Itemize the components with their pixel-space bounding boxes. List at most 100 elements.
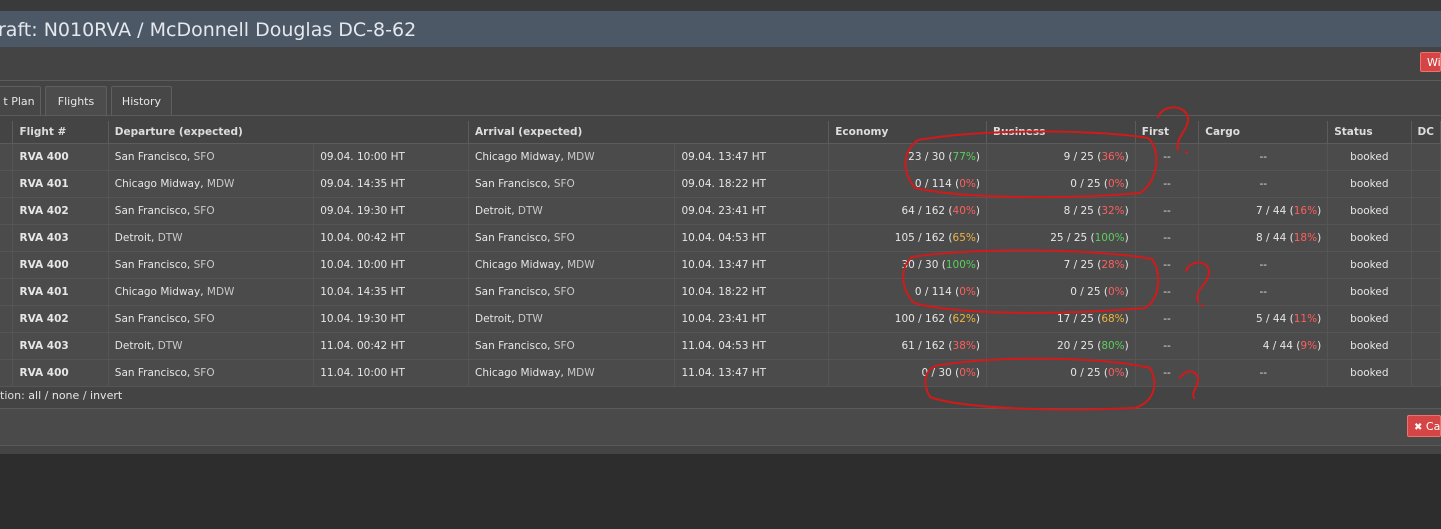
economy-load: 30 / 30 (100%): [828, 251, 987, 279]
status-cell: booked: [1327, 305, 1412, 333]
arrival-time: 10.04. 23:41 HT: [674, 305, 830, 333]
business-load-percent: 0%: [1107, 178, 1125, 190]
row-select-cell[interactable]: [0, 143, 14, 171]
flight-number: RVA 402: [12, 305, 109, 333]
departure-airport: Detroit, DTW: [108, 332, 315, 360]
business-load-percent: 32%: [1101, 205, 1125, 217]
business-load-value: 25 / 25: [1050, 232, 1088, 244]
row-select-cell[interactable]: [0, 359, 14, 387]
cargo-load-percent: 9%: [1300, 340, 1318, 352]
departure-code: SFO: [193, 151, 215, 163]
row-select-cell[interactable]: [0, 197, 14, 225]
business-load-percent: 68%: [1101, 313, 1125, 325]
row-select-cell[interactable]: [0, 224, 14, 252]
column-header-departure[interactable]: Departure (expected): [108, 121, 470, 144]
arrival-time: 11.04. 13:47 HT: [674, 359, 830, 387]
flight-number: RVA 403: [12, 332, 109, 360]
arrival-time: 10.04. 18:22 HT: [674, 278, 830, 306]
cargo-load: --: [1198, 278, 1329, 306]
departure-code: MDW: [206, 286, 235, 298]
separator: /: [44, 389, 49, 402]
arrival-code: MDW: [567, 151, 595, 163]
arrival-city: Chicago Midway: [475, 151, 561, 163]
business-load-value: 9 / 25: [1063, 151, 1094, 163]
economy-load: 0 / 30 (0%): [828, 359, 987, 387]
dc-cell: [1411, 332, 1441, 360]
column-header-first[interactable]: First: [1135, 121, 1200, 144]
tab-flights[interactable]: Flights: [45, 86, 107, 116]
column-header-status[interactable]: Status: [1327, 121, 1412, 144]
column-header-cargo[interactable]: Cargo: [1198, 121, 1329, 144]
table-row[interactable]: RVA 400 San Francisco, SFO 11.04. 10:00 HT…: [0, 359, 1441, 387]
title-bar: raft: N010RVA / McDonnell Douglas DC-8-6…: [0, 11, 1441, 47]
economy-load-value: 23 / 30: [908, 151, 946, 163]
arrival-city: Detroit: [475, 205, 512, 217]
row-select-cell[interactable]: [0, 251, 14, 279]
arrival-time: 09.04. 13:47 HT: [674, 143, 830, 171]
table-row[interactable]: RVA 402 San Francisco, SFO 10.04. 19:30 HT…: [0, 305, 1441, 333]
cargo-load: --: [1198, 359, 1329, 387]
column-header-economy[interactable]: Economy: [828, 121, 987, 144]
row-select-cell[interactable]: [0, 332, 14, 360]
table-row[interactable]: RVA 402 San Francisco, SFO 09.04. 19:30 HT…: [0, 197, 1441, 225]
column-header-business[interactable]: Business: [986, 121, 1136, 144]
arrival-airport: Chicago Midway, MDW: [468, 359, 676, 387]
business-load-value: 0 / 25: [1070, 367, 1101, 379]
table-row[interactable]: RVA 400 San Francisco, SFO 10.04. 10:00 HT…: [0, 251, 1441, 279]
departure-city: Chicago Midway: [114, 286, 201, 298]
departure-airport: Chicago Midway, MDW: [108, 278, 315, 306]
select-invert-link[interactable]: invert: [90, 389, 122, 402]
business-load-value: 20 / 25: [1056, 340, 1094, 352]
toolbar-action-button[interactable]: Wi: [1420, 52, 1441, 72]
arrival-airport: San Francisco, SFO: [468, 170, 676, 198]
tab-flight-plan[interactable]: t Plan: [0, 86, 41, 116]
window-title: raft: N010RVA / McDonnell Douglas DC-8-6…: [0, 19, 417, 41]
business-load: 25 / 25 (100%): [986, 224, 1136, 252]
table-row[interactable]: RVA 400 San Francisco, SFO 09.04. 10:00 HT…: [0, 143, 1441, 171]
table-row[interactable]: RVA 401 Chicago Midway, MDW 10.04. 14:35 H…: [0, 278, 1441, 306]
column-header-dc[interactable]: DC: [1411, 121, 1441, 144]
cargo-load: --: [1198, 251, 1329, 279]
economy-load: 0 / 114 (0%): [828, 170, 987, 198]
column-header-arrival[interactable]: Arrival (expected): [468, 121, 830, 144]
row-select-cell[interactable]: [0, 305, 14, 333]
cancel-button[interactable]: ✖ Ca: [1407, 415, 1441, 437]
tab-label: t Plan: [3, 95, 35, 108]
cargo-load-value: 4 / 44: [1262, 340, 1293, 352]
row-select-cell[interactable]: [0, 170, 14, 198]
first-load: --: [1135, 143, 1200, 171]
footer-bar: [0, 408, 1441, 446]
economy-load-percent: 100%: [945, 259, 976, 271]
business-load-percent: 0%: [1107, 367, 1125, 379]
cancel-label: Ca: [1425, 420, 1441, 433]
arrival-city: San Francisco: [475, 232, 548, 244]
arrival-airport: Chicago Midway, MDW: [468, 143, 676, 171]
row-select-cell[interactable]: [0, 278, 14, 306]
economy-load: 23 / 30 (77%): [828, 143, 987, 171]
flight-number: RVA 401: [12, 170, 109, 198]
select-all-link[interactable]: all: [28, 389, 41, 402]
arrival-city: San Francisco: [475, 340, 548, 352]
tab-history[interactable]: History: [111, 86, 172, 116]
column-header-flight[interactable]: Flight #: [12, 121, 109, 144]
tab-label: History: [121, 95, 162, 108]
dc-cell: [1411, 197, 1441, 225]
flight-number: RVA 403: [12, 224, 109, 252]
economy-load-value: 105 / 162: [894, 232, 946, 244]
economy-load-value: 64 / 162: [901, 205, 946, 217]
selection-controls: tion: all / none / invert: [0, 389, 122, 402]
select-none-link[interactable]: none: [52, 389, 79, 402]
first-load: --: [1135, 305, 1200, 333]
table-row[interactable]: RVA 403 Detroit, DTW 10.04. 00:42 HT San Fr…: [0, 224, 1441, 252]
economy-load-value: 0 / 114: [914, 286, 952, 298]
business-load: 8 / 25 (32%): [986, 197, 1136, 225]
table-row[interactable]: RVA 403 Detroit, DTW 11.04. 00:42 HT San Fr…: [0, 332, 1441, 360]
flight-number: RVA 401: [12, 278, 109, 306]
departure-airport: San Francisco, SFO: [108, 143, 315, 171]
economy-load-percent: 38%: [952, 340, 976, 352]
arrival-city: Chicago Midway: [475, 259, 561, 271]
table-row[interactable]: RVA 401 Chicago Midway, MDW 09.04. 14:35 H…: [0, 170, 1441, 198]
departure-code: SFO: [193, 313, 215, 325]
arrival-code: SFO: [553, 232, 575, 244]
cargo-load-value: 5 / 44: [1256, 313, 1287, 325]
